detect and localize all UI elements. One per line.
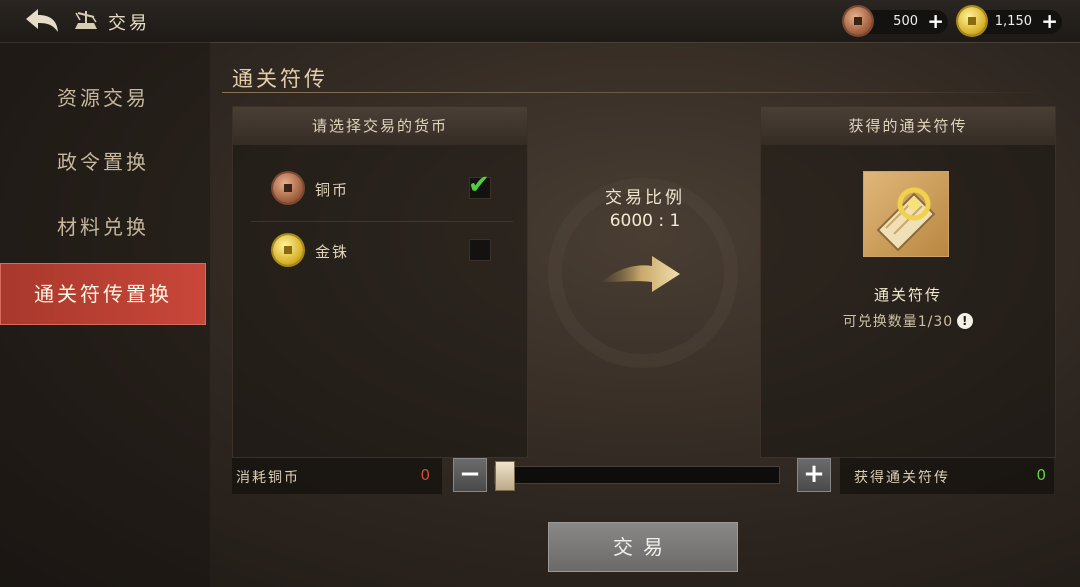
nav-item-pass-exchange[interactable]: 通关符传置换 — [0, 263, 206, 325]
cost-label: 消耗铜币 — [236, 470, 300, 486]
exchange-ratio-value: 6000 : 1 — [609, 211, 681, 231]
result-panel: 获得的通关符传 通关符传 可兑换数量1/30! — [760, 106, 1056, 458]
gain-value: 0 — [1036, 466, 1046, 484]
currency-option-gold[interactable]: 金铢 — [251, 221, 513, 283]
exchange-limit-text: 可兑换数量1/30! — [761, 311, 1055, 331]
slider-handle[interactable] — [495, 461, 515, 491]
add-gold-button[interactable]: + — [1041, 11, 1058, 31]
currency-select-title: 请选择交易的货币 — [233, 107, 527, 145]
exchange-ratio-label: 交易比例 — [605, 188, 685, 208]
info-icon[interactable]: ! — [957, 313, 974, 329]
nav-item-material-exchange[interactable]: 材料兑换 — [0, 196, 206, 258]
copper-coin-icon — [273, 173, 303, 203]
copper-amount: 500 — [893, 14, 918, 29]
trade-scale-icon — [75, 11, 97, 29]
currency-option-label: 金铢 — [315, 243, 350, 261]
gold-checkbox[interactable] — [469, 239, 491, 261]
gold-currency-display: 1,150 + — [958, 7, 1062, 35]
gold-coin-icon — [958, 7, 986, 35]
nav-item-resource-trade[interactable]: 资源交易 — [0, 67, 206, 129]
copper-currency-display: 500 + — [844, 7, 948, 35]
result-panel-title: 获得的通关符传 — [761, 107, 1055, 145]
gold-amount: 1,150 — [994, 14, 1032, 29]
pass-item-name: 通关符传 — [873, 286, 942, 304]
gold-coin-icon — [273, 235, 303, 265]
copper-coin-icon — [844, 7, 872, 35]
right-arrow-icon — [602, 256, 680, 292]
currency-option-copper[interactable]: 铜币 ✔ — [251, 159, 513, 222]
page-title: 交易 — [108, 13, 150, 34]
section-divider — [222, 92, 1056, 93]
trade-button[interactable]: 交易 — [548, 522, 738, 572]
back-arrow-icon[interactable] — [22, 6, 62, 36]
exchange-limit-label: 可兑换数量1/30 — [842, 314, 954, 330]
sidebar-nav: 资源交易 政令置换 材料兑换 通关符传置换 — [0, 42, 210, 587]
currency-option-label: 铜币 — [315, 181, 350, 199]
quantity-slider[interactable] — [494, 466, 780, 484]
checkmark-icon: ✔ — [468, 170, 490, 200]
nav-item-decree-exchange[interactable]: 政令置换 — [0, 131, 206, 193]
currency-select-panel: 请选择交易的货币 铜币 ✔ 金铢 — [232, 106, 528, 458]
add-copper-button[interactable]: + — [927, 11, 944, 31]
cost-value: 0 — [420, 466, 430, 484]
pass-scroll-item-icon[interactable] — [863, 171, 949, 257]
top-bar: 交易 500 + 1,150 + — [0, 0, 1080, 43]
copper-checkbox[interactable]: ✔ — [468, 170, 491, 200]
cost-display: 消耗铜币 0 — [232, 458, 442, 494]
increase-button[interactable]: + — [797, 458, 831, 492]
decrease-button[interactable]: − — [453, 458, 487, 492]
section-title: 通关符传 — [232, 67, 328, 91]
gain-label: 获得通关符传 — [854, 470, 950, 486]
gain-display: 获得通关符传 0 — [840, 458, 1054, 494]
